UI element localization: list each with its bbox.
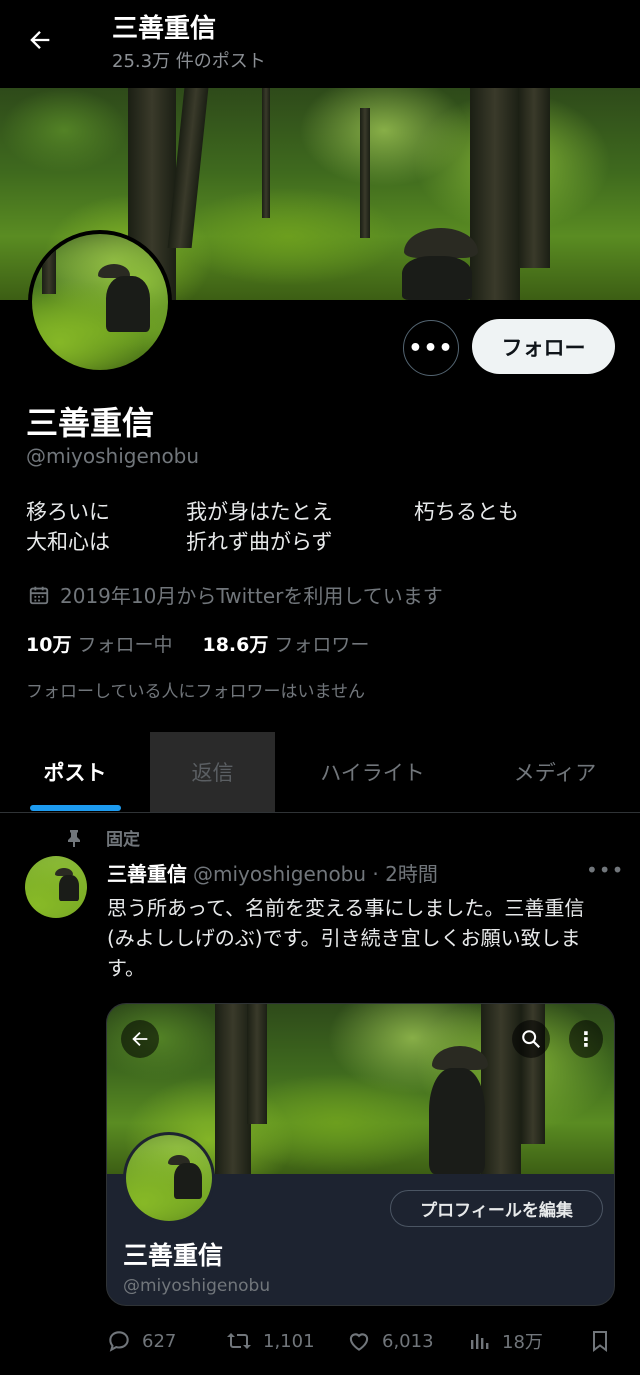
post-author-name[interactable]: 三善重信: [107, 858, 187, 887]
post-more-button[interactable]: •••: [586, 858, 624, 882]
search-icon: [512, 1020, 550, 1058]
post-author-avatar[interactable]: [25, 856, 87, 918]
bio-line-3: 朽ちるとも: [414, 500, 519, 524]
bio-line-1: 移ろいに 大和心は: [26, 500, 110, 554]
post-media-image[interactable]: ⋮ プロフィールを編集 三善重信 @miyoshigenobu: [106, 1003, 615, 1306]
followers-label: フォロワー: [274, 634, 370, 656]
pin-icon: [68, 829, 80, 847]
bio-line-2: 我が身はたとえ 折れず曲がらず: [186, 500, 333, 554]
more-options-button[interactable]: •••: [403, 320, 459, 376]
join-date: 2019年10月からTwitterを利用しています: [28, 580, 443, 609]
repost-button[interactable]: 1,101: [225, 1326, 315, 1356]
like-icon: [349, 1333, 369, 1351]
retweet-icon: [227, 1333, 251, 1349]
view-count: 18万: [502, 1332, 543, 1353]
post-author-meta: @miyoshigenobu · 2時間: [193, 862, 438, 886]
pinned-label: 固定: [106, 830, 140, 850]
reply-icon: [109, 1331, 129, 1352]
tab-highlights[interactable]: ハイライト: [275, 732, 470, 812]
like-button[interactable]: 6,013: [346, 1326, 434, 1356]
tab-replies[interactable]: 返信: [150, 732, 275, 812]
card-back-icon: [121, 1020, 159, 1058]
followers-link[interactable]: 18.6万 フォロワー: [202, 630, 369, 657]
card-profile-name: 三善重信: [123, 1241, 224, 1270]
header-title: 三善重信: [112, 14, 217, 44]
back-button[interactable]: [20, 22, 60, 58]
kebab-icon: ⋮: [569, 1020, 603, 1058]
active-tab-indicator: [30, 805, 121, 811]
card-profile-handle: @miyoshigenobu: [123, 1276, 271, 1296]
profile-tabs: ポスト 返信 ハイライト メディア: [0, 732, 640, 813]
profile-name: 三善重信: [26, 404, 155, 442]
following-count: 10万: [26, 634, 72, 656]
avatar[interactable]: [32, 234, 168, 370]
follow-button[interactable]: フォロー: [472, 319, 615, 374]
followers-count: 18.6万: [202, 634, 269, 656]
tab-posts[interactable]: ポスト: [0, 732, 150, 812]
calendar-icon: [29, 586, 49, 604]
reply-count: 627: [142, 1330, 177, 1352]
card-avatar: [126, 1135, 212, 1221]
card-edit-profile-button: プロフィールを編集: [390, 1190, 603, 1227]
join-date-text: 2019年10月からTwitterを利用しています: [60, 584, 443, 608]
bookmark-icon: [593, 1331, 607, 1352]
views-button[interactable]: 18万: [468, 1326, 543, 1356]
like-count: 6,013: [382, 1330, 434, 1352]
post-text: 思う所あって、名前を変える事にしました。三善重信(みよししげのぶ)です。引き続き…: [107, 896, 585, 980]
more-icon: •••: [408, 335, 454, 361]
reply-button[interactable]: 627: [106, 1326, 176, 1356]
post-header: 三善重信 @miyoshigenobu · 2時間: [107, 858, 438, 887]
following-link[interactable]: 10万 フォロー中: [26, 630, 172, 657]
following-label: フォロー中: [77, 634, 173, 656]
views-icon: [471, 1334, 489, 1349]
header-post-count: 25.3万 件のポスト: [112, 51, 266, 72]
pinned-indicator: 固定: [66, 825, 140, 850]
back-arrow-icon: [30, 31, 50, 49]
profile-handle: @miyoshigenobu: [26, 444, 200, 468]
follow-stats: 10万 フォロー中 18.6万 フォロワー: [26, 630, 369, 657]
tab-media[interactable]: メディア: [470, 732, 640, 812]
repost-count: 1,101: [263, 1330, 315, 1352]
mutual-followers-note: フォローしている人にフォロワーはいません: [26, 682, 365, 702]
bookmark-button[interactable]: [588, 1326, 612, 1356]
